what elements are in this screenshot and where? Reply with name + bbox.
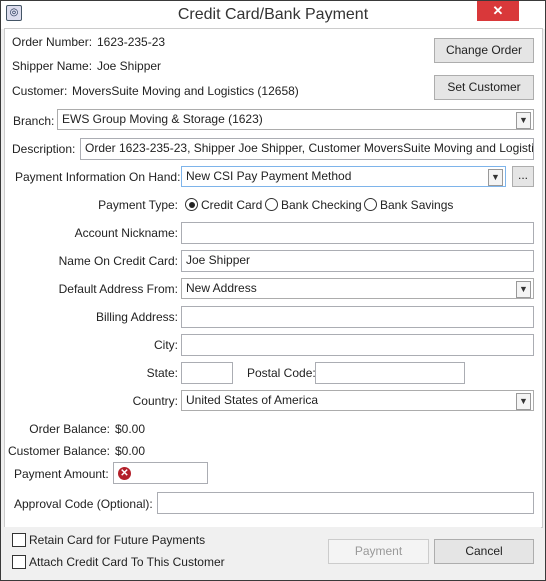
radio-bank-savings[interactable]: Bank Savings <box>364 198 453 212</box>
chevron-down-icon: ▼ <box>516 393 531 410</box>
description-label: Description: <box>12 142 76 156</box>
payment-info-select[interactable]: New CSI Pay Payment Method ▼ <box>181 166 506 187</box>
description-input[interactable]: Order 1623-235-23, Shipper Joe Shipper, … <box>80 138 534 160</box>
branch-value: EWS Group Moving & Storage (1623) <box>62 112 263 126</box>
close-button[interactable]: ✕ <box>477 1 519 21</box>
retain-card-label: Retain Card for Future Payments <box>29 533 206 547</box>
shipper-name-value: Joe Shipper <box>97 59 162 73</box>
chevron-down-icon: ▼ <box>488 169 503 186</box>
browse-payment-info-button[interactable]: ... <box>512 166 534 187</box>
default-address-select[interactable]: New Address ▼ <box>181 278 534 299</box>
billing-address-input[interactable] <box>181 306 534 328</box>
city-label: City: <box>154 338 178 352</box>
account-nickname-input[interactable] <box>181 222 534 244</box>
customer-value: MoversSuite Moving and Logistics (12658) <box>72 84 299 98</box>
order-number-label: Order Number: <box>12 35 93 49</box>
radio-label: Bank Checking <box>281 198 362 212</box>
retain-card-checkbox[interactable] <box>12 533 26 547</box>
attach-card-checkbox[interactable] <box>12 555 26 569</box>
postal-code-input[interactable] <box>315 362 465 384</box>
name-on-card-label: Name On Credit Card: <box>58 254 178 268</box>
approval-code-input[interactable] <box>157 492 534 514</box>
default-address-label: Default Address From: <box>58 282 178 296</box>
state-label: State: <box>146 366 178 380</box>
billing-address-label: Billing Address: <box>95 310 178 324</box>
set-customer-button[interactable]: Set Customer <box>434 75 534 100</box>
radio-icon <box>265 198 278 211</box>
account-nickname-label: Account Nickname: <box>74 226 178 240</box>
payment-type-label: Payment Type: <box>98 198 178 212</box>
radio-icon <box>364 198 377 211</box>
chevron-down-icon: ▼ <box>516 281 531 298</box>
radio-label: Credit Card <box>201 198 263 212</box>
cancel-button[interactable]: Cancel <box>434 539 534 564</box>
approval-code-label: Approval Code (Optional): <box>14 497 153 511</box>
customer-label: Customer: <box>12 84 68 98</box>
state-input[interactable] <box>181 362 233 384</box>
order-balance-value: $0.00 <box>115 422 146 436</box>
change-order-button[interactable]: Change Order <box>434 38 534 63</box>
title-bar: ◎ Credit Card/Bank Payment ✕ <box>1 1 545 29</box>
city-input[interactable] <box>181 334 534 356</box>
error-icon: ✕ <box>118 467 131 480</box>
branch-label: Branch: <box>13 114 55 128</box>
payment-amount-input[interactable]: ✕ <box>113 462 208 484</box>
radio-selected-icon <box>185 198 198 211</box>
customer-balance-label: Customer Balance: <box>7 444 110 458</box>
radio-label: Bank Savings <box>380 198 454 212</box>
radio-credit-card[interactable]: Credit Card <box>185 198 262 212</box>
name-on-card-input[interactable]: Joe Shipper <box>181 250 534 272</box>
country-value: United States of America <box>186 393 319 407</box>
attach-card-label: Attach Credit Card To This Customer <box>29 555 225 569</box>
country-select[interactable]: United States of America ▼ <box>181 390 534 411</box>
payment-info-value: New CSI Pay Payment Method <box>186 169 352 183</box>
branch-select[interactable]: EWS Group Moving & Storage (1623) ▼ <box>57 109 534 130</box>
default-address-value: New Address <box>186 281 257 295</box>
order-number-value: 1623-235-23 <box>97 35 166 49</box>
payment-button[interactable]: Payment <box>328 539 429 564</box>
customer-balance-value: $0.00 <box>115 444 146 458</box>
shipper-name-label: Shipper Name: <box>12 59 93 73</box>
postal-code-label: Postal Code: <box>247 366 316 380</box>
window-title: Credit Card/Bank Payment <box>177 6 369 23</box>
radio-bank-checking[interactable]: Bank Checking <box>265 198 362 212</box>
country-label: Country: <box>132 394 178 408</box>
payment-info-label: Payment Information On Hand: <box>15 170 181 184</box>
payment-amount-label: Payment Amount: <box>14 467 109 481</box>
chevron-down-icon: ▼ <box>516 112 531 129</box>
order-balance-label: Order Balance: <box>29 422 110 436</box>
